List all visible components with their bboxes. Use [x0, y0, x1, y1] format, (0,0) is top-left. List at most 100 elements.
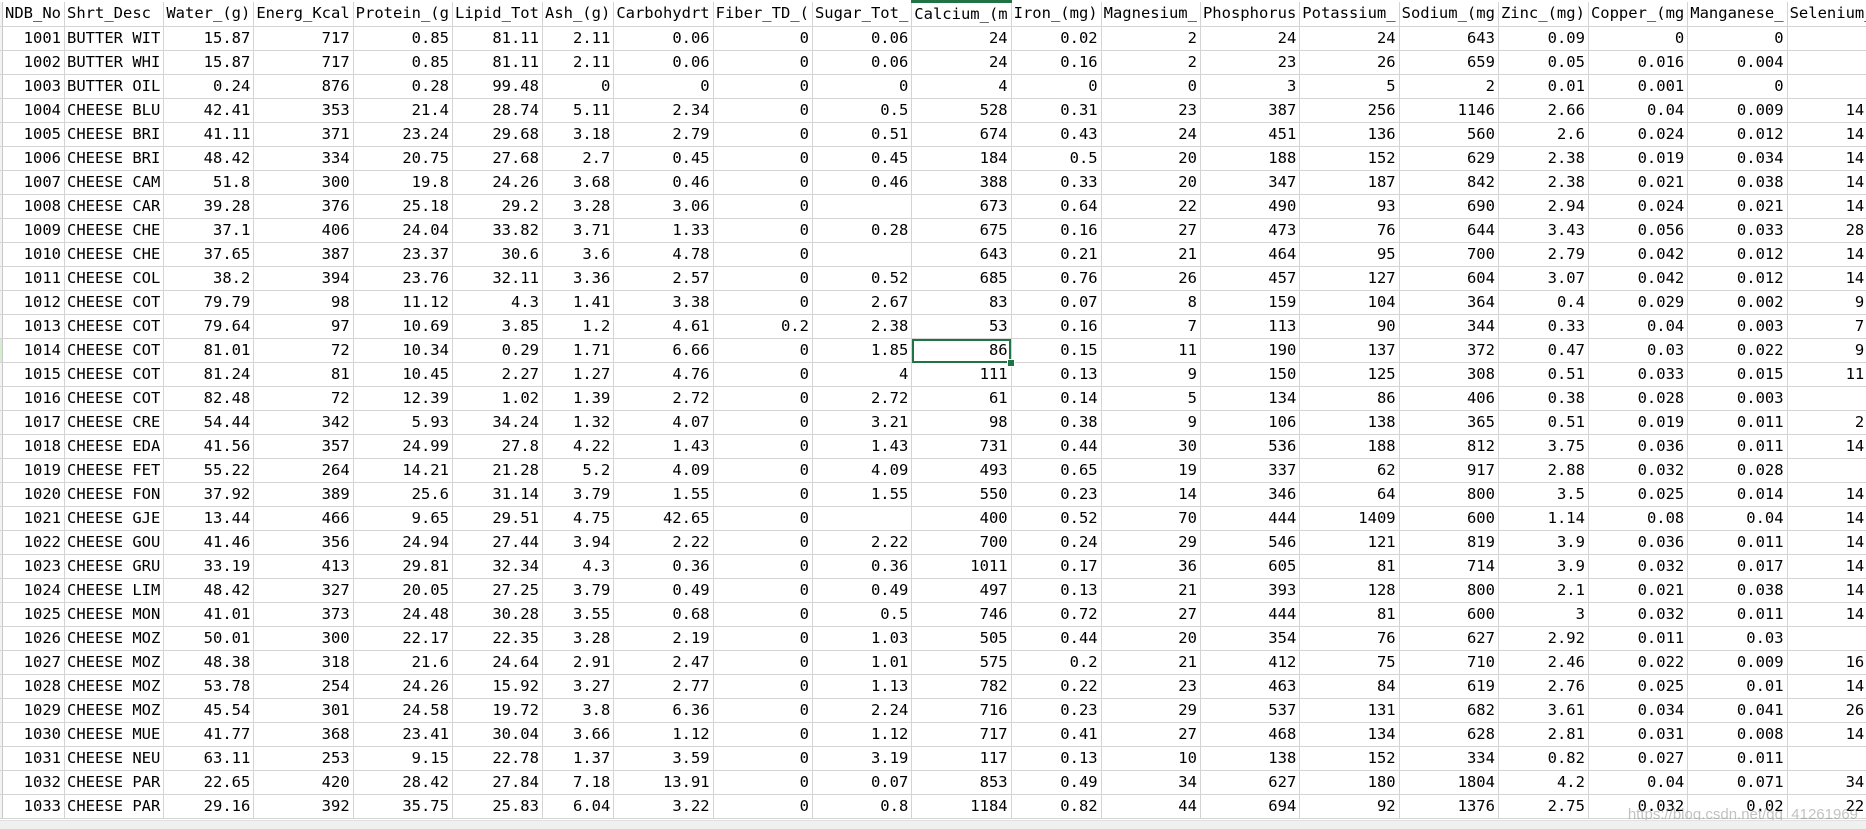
table-cell[interactable]: 347 — [1200, 170, 1301, 195]
table-cell[interactable]: 137 — [1299, 338, 1400, 363]
table-cell[interactable]: 97 — [253, 314, 354, 339]
table-cell[interactable]: 0 — [713, 674, 813, 699]
table-cell[interactable]: 16.1 — [1787, 650, 1866, 675]
table-cell[interactable]: 0.08 — [1588, 506, 1689, 531]
table-cell[interactable]: 387 — [1200, 98, 1301, 123]
table-cell[interactable]: 0 — [713, 194, 813, 219]
table-cell[interactable]: 99.48 — [452, 74, 543, 99]
table-cell[interactable]: 0.03 — [1687, 626, 1788, 651]
table-cell[interactable]: 83 — [911, 290, 1012, 315]
table-cell[interactable]: 10 — [1101, 746, 1201, 771]
table-cell[interactable]: 0 — [713, 698, 813, 723]
table-cell[interactable]: 2.79 — [613, 122, 714, 147]
table-cell[interactable]: 0.017 — [1687, 554, 1788, 579]
table-cell[interactable]: 413 — [253, 554, 354, 579]
table-cell[interactable]: 0.06 — [812, 26, 913, 51]
table-cell[interactable]: 537 — [1200, 698, 1301, 723]
table-cell[interactable]: 24 — [1200, 26, 1301, 51]
table-cell[interactable]: BUTTER WHI — [64, 50, 165, 75]
table-cell[interactable]: 4 — [812, 362, 913, 387]
table-cell[interactable]: 27 — [1101, 602, 1201, 627]
table-cell[interactable]: 0.028 — [1687, 458, 1788, 483]
table-cell[interactable]: CHEESE CAM — [64, 170, 165, 195]
table-cell[interactable]: 42.65 — [613, 506, 714, 531]
table-cell[interactable]: 2.11 — [542, 26, 615, 51]
table-cell[interactable]: 0.011 — [1687, 602, 1788, 627]
table-cell[interactable]: 0.04 — [1687, 506, 1788, 531]
table-cell[interactable]: CHEESE COT — [64, 386, 165, 411]
table-cell[interactable]: 48.38 — [163, 650, 255, 675]
table-cell[interactable]: 23 — [1200, 50, 1301, 75]
table-cell[interactable]: 127 — [1299, 266, 1400, 291]
table-cell[interactable]: 550 — [911, 482, 1012, 507]
column-header-cell[interactable]: Calcium_(m — [911, 0, 1012, 27]
table-cell[interactable]: 14.5 — [1787, 266, 1866, 291]
table-cell[interactable]: 24.26 — [452, 170, 543, 195]
table-cell[interactable]: 5 — [1299, 74, 1400, 99]
table-cell[interactable]: 136 — [1299, 122, 1400, 147]
table-cell[interactable]: 1.43 — [812, 434, 913, 459]
table-cell[interactable]: 27.84 — [452, 770, 543, 795]
table-cell[interactable]: 0 — [713, 170, 813, 195]
table-cell[interactable]: CHEESE MOZ — [64, 698, 165, 723]
table-cell[interactable]: 0.031 — [1588, 722, 1689, 747]
table-cell[interactable]: 4.3 — [542, 554, 615, 579]
table-cell[interactable]: 0.49 — [812, 578, 913, 603]
table-cell[interactable]: BUTTER WIT — [64, 26, 165, 51]
table-cell[interactable]: 357 — [253, 434, 354, 459]
table-cell[interactable]: 0.16 — [1011, 50, 1102, 75]
table-cell[interactable]: 0.72 — [1011, 602, 1102, 627]
table-cell[interactable]: 2.94 — [1498, 194, 1589, 219]
table-cell[interactable]: 2 — [1399, 74, 1499, 99]
table-cell[interactable]: 0.003 — [1687, 314, 1788, 339]
table-cell[interactable]: 0.032 — [1588, 554, 1689, 579]
table-cell[interactable]: 301 — [253, 698, 354, 723]
table-cell[interactable]: 1.03 — [812, 626, 913, 651]
table-cell[interactable]: 0.24 — [163, 74, 255, 99]
table-cell[interactable]: 842 — [1399, 170, 1499, 195]
table-cell[interactable]: 2 — [1101, 26, 1201, 51]
table-cell[interactable]: 2.27 — [452, 362, 543, 387]
table-cell[interactable]: CHEESE CHE — [64, 218, 165, 243]
table-cell[interactable]: 2.81 — [1498, 722, 1589, 747]
table-cell[interactable]: 27.25 — [452, 578, 543, 603]
table-cell[interactable]: 1030 — [2, 722, 65, 747]
table-cell[interactable]: 81 — [253, 362, 354, 387]
table-cell[interactable]: 318 — [253, 650, 354, 675]
table-cell[interactable]: CHEESE PAR — [64, 794, 165, 819]
table-cell[interactable]: 30 — [1101, 434, 1201, 459]
table-cell[interactable]: 0.04 — [1588, 770, 1689, 795]
table-cell[interactable]: 159 — [1200, 290, 1301, 315]
table-cell[interactable]: 0.47 — [1498, 338, 1589, 363]
table-cell[interactable]: 0.032 — [1588, 602, 1689, 627]
table-cell[interactable]: 0.5 — [812, 98, 913, 123]
table-cell[interactable]: 22.35 — [452, 626, 543, 651]
fill-handle[interactable] — [1007, 358, 1016, 367]
table-cell[interactable]: 24.04 — [353, 218, 453, 243]
table-cell[interactable]: 0.011 — [1687, 434, 1788, 459]
table-cell[interactable]: 0.036 — [1588, 530, 1689, 555]
table-cell[interactable]: 0.8 — [812, 794, 913, 819]
table-cell[interactable]: 5.93 — [353, 410, 453, 435]
table-cell[interactable]: 35.75 — [353, 794, 453, 819]
table-cell[interactable]: 0 — [713, 482, 813, 507]
table-cell[interactable]: 0 — [713, 530, 813, 555]
table-cell[interactable]: 14.5 — [1787, 146, 1866, 171]
table-cell[interactable]: 254 — [253, 674, 354, 699]
table-cell[interactable]: 800 — [1399, 578, 1499, 603]
table-cell[interactable]: 0 — [713, 410, 813, 435]
table-cell[interactable]: CHEESE BRI — [64, 146, 165, 171]
table-cell[interactable]: 14.5 — [1787, 170, 1866, 195]
table-cell[interactable]: 190 — [1200, 338, 1301, 363]
table-cell[interactable]: 3 — [1787, 746, 1866, 771]
table-cell[interactable]: 30.28 — [452, 602, 543, 627]
table-cell[interactable]: 1.12 — [613, 722, 714, 747]
table-cell[interactable]: 463 — [1200, 674, 1301, 699]
table-cell[interactable]: 0.056 — [1588, 218, 1689, 243]
table-cell[interactable]: 2.57 — [613, 266, 714, 291]
table-cell[interactable]: 0 — [713, 794, 813, 819]
table-cell[interactable]: 0.36 — [812, 554, 913, 579]
table-cell[interactable]: 34.4 — [1787, 770, 1866, 795]
table-cell[interactable]: 104 — [1299, 290, 1400, 315]
table-cell[interactable]: 0 — [542, 74, 615, 99]
